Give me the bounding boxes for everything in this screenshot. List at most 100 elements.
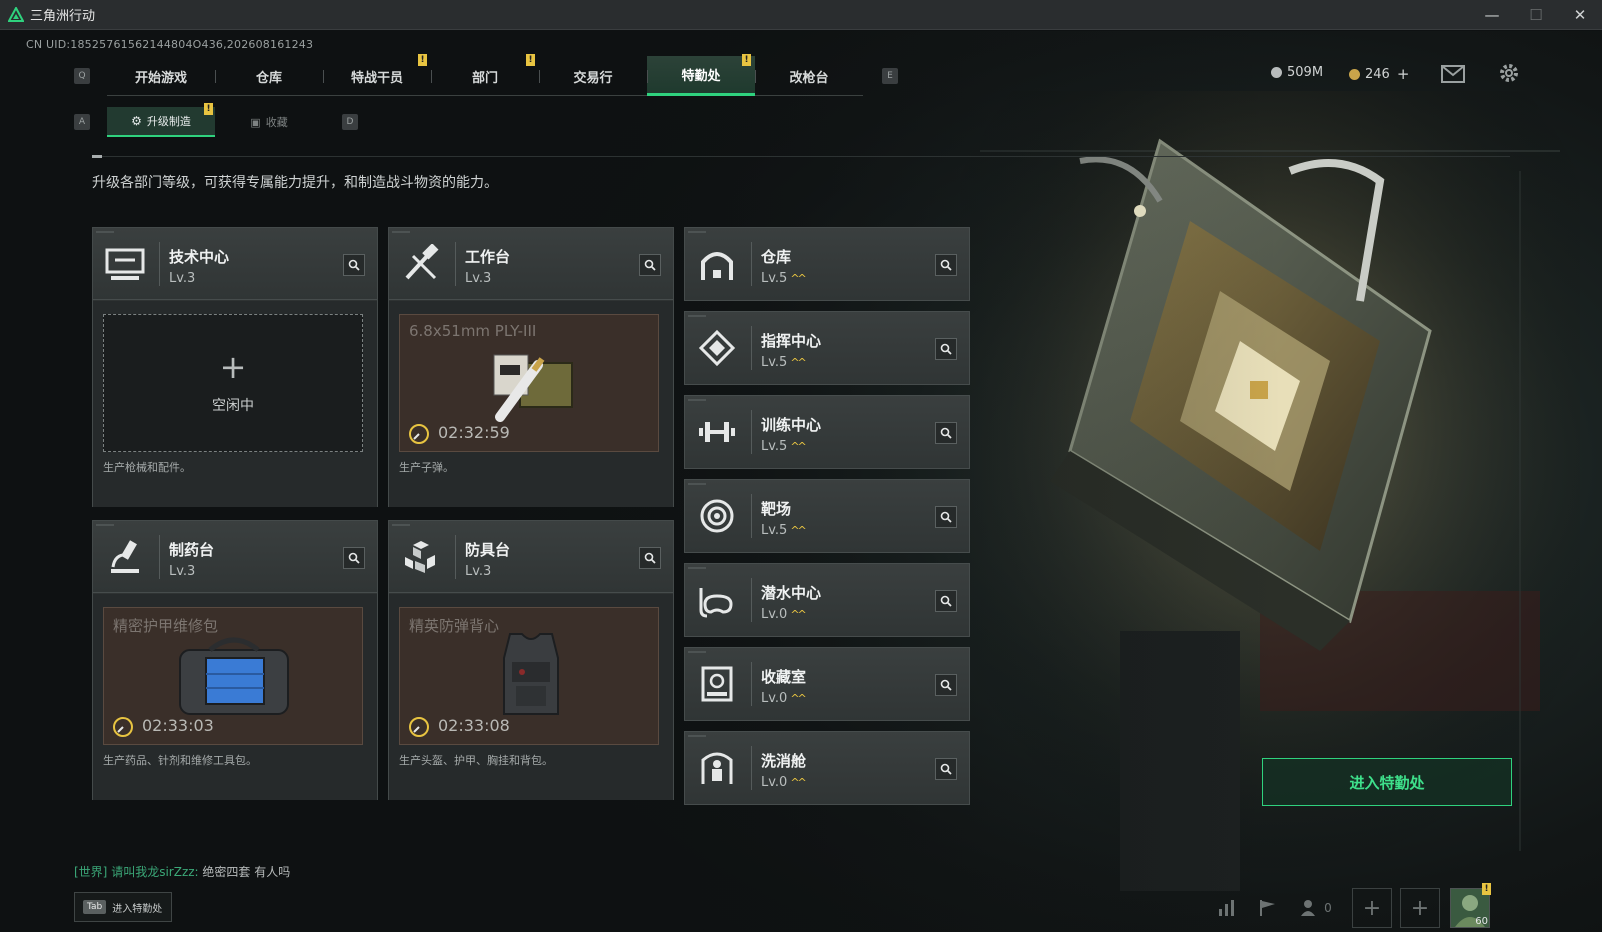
armor-vest-image bbox=[503, 633, 559, 715]
workstation-card-workbench[interactable]: 工作台 Lv.3 6.8x51mm PLY-III 02:32:59 生产子弹。 bbox=[388, 227, 674, 507]
corner-mark bbox=[392, 231, 410, 233]
facility-name: 指挥中心 bbox=[761, 332, 822, 350]
corner-mark bbox=[688, 231, 706, 233]
mail-icon[interactable] bbox=[1441, 65, 1465, 83]
header-separator bbox=[159, 535, 160, 579]
settings-gear-icon[interactable] bbox=[1498, 62, 1520, 84]
inspect-button[interactable] bbox=[639, 254, 661, 276]
stats-chart-icon[interactable] bbox=[1208, 890, 1248, 926]
tab-badge: ! bbox=[418, 54, 427, 66]
tab-special-ops[interactable]: 特勤处! bbox=[647, 54, 755, 96]
flag-icon[interactable] bbox=[1248, 890, 1288, 926]
inspect-button[interactable] bbox=[639, 547, 661, 569]
corner-mark bbox=[688, 567, 706, 569]
crafting-timer: 02:32:59 bbox=[438, 423, 510, 442]
card-body: + 空闲中 生产枪械和配件。 bbox=[93, 301, 377, 507]
add-teammate-slot-2[interactable]: + bbox=[1400, 888, 1440, 928]
crafting-slot[interactable]: 6.8x51mm PLY-III 02:32:59 bbox=[399, 314, 659, 452]
tab-shortcut-hint[interactable]: Tab 进入特勤处 bbox=[74, 892, 172, 922]
facility-level: Lv.0 ^^ bbox=[761, 691, 807, 706]
squad-button[interactable]: 0 bbox=[1288, 890, 1344, 926]
subnav-next-key[interactable]: D bbox=[342, 114, 358, 130]
nav-prev-key[interactable]: Q bbox=[74, 68, 90, 84]
workstation-level: Lv.3 bbox=[465, 271, 492, 286]
repair-kit-image bbox=[179, 637, 289, 715]
inspect-button[interactable] bbox=[343, 547, 365, 569]
workstation-description: 生产子弹。 bbox=[399, 461, 454, 474]
workstation-card-armor[interactable]: 防具台 Lv.3 精英防弹背心 02:33:08 生产头盔、护甲、胸挂和背包。 bbox=[388, 520, 674, 800]
inspect-button[interactable] bbox=[343, 254, 365, 276]
close-button[interactable]: ✕ bbox=[1558, 0, 1602, 30]
corner-mark bbox=[392, 524, 410, 526]
inspect-button[interactable] bbox=[935, 506, 957, 528]
player-avatar[interactable]: 60 ! bbox=[1450, 883, 1491, 928]
tab-trading[interactable]: 交易行 bbox=[539, 56, 647, 96]
facility-level: Lv.5 ^^ bbox=[761, 271, 807, 286]
magnifier-icon bbox=[348, 259, 360, 271]
nav-next-key[interactable]: E bbox=[882, 68, 898, 84]
header-separator bbox=[751, 326, 752, 370]
workstation-description: 生产头盔、护甲、胸挂和背包。 bbox=[399, 754, 553, 767]
card-header: 技术中心 Lv.3 bbox=[93, 228, 377, 300]
upgrade-arrow-icon: ^^ bbox=[790, 608, 807, 621]
facility-card-dive-center[interactable]: 潜水中心 Lv.0 ^^ bbox=[684, 563, 970, 637]
inspect-button[interactable] bbox=[935, 590, 957, 612]
sub-navigation: ⚙ 升级制造 ! ▣ 收藏 bbox=[107, 103, 323, 137]
magnifier-icon bbox=[348, 552, 360, 564]
subtab-upgrade-craft[interactable]: ⚙ 升级制造 ! bbox=[107, 103, 215, 137]
subtab-collection[interactable]: ▣ 收藏 bbox=[215, 107, 323, 137]
add-teammate-slot-1[interactable]: + bbox=[1352, 888, 1392, 928]
inspect-button[interactable] bbox=[935, 758, 957, 780]
tab-start-game[interactable]: 开始游戏 bbox=[107, 56, 215, 96]
tab-department[interactable]: 部门! bbox=[431, 54, 539, 96]
squad-count: 0 bbox=[1324, 901, 1332, 915]
crafting-slot[interactable]: 精英防弹背心 02:33:08 bbox=[399, 607, 659, 745]
workstation-name: 技术中心 bbox=[169, 248, 230, 266]
facility-card-training-center[interactable]: 训练中心 Lv.5 ^^ bbox=[684, 395, 970, 469]
tools-icon bbox=[405, 244, 439, 280]
header-separator bbox=[159, 242, 160, 286]
magnifier-icon bbox=[940, 763, 952, 775]
inspect-button[interactable] bbox=[935, 254, 957, 276]
workstation-card-pharmacy[interactable]: 制药台 Lv.3 精密护甲维修包 02:33:03 生产药品、针剂和维修工具包。 bbox=[92, 520, 378, 800]
inspect-button[interactable] bbox=[935, 674, 957, 696]
tab-operators[interactable]: 特战干员! bbox=[323, 54, 431, 96]
inspect-button[interactable] bbox=[935, 338, 957, 360]
add-gold-button[interactable]: + bbox=[1397, 65, 1410, 83]
crafting-slot[interactable]: 精密护甲维修包 02:33:03 bbox=[103, 607, 363, 745]
minimize-button[interactable]: — bbox=[1470, 0, 1514, 30]
inspect-button[interactable] bbox=[935, 422, 957, 444]
computer-icon bbox=[105, 248, 145, 280]
tab-hint-label: 进入特勤处 bbox=[112, 903, 163, 915]
workstation-name: 防具台 bbox=[465, 541, 511, 559]
facility-card-collection-room[interactable]: 收藏室 Lv.0 ^^ bbox=[684, 647, 970, 721]
subnav-prev-key[interactable]: A bbox=[74, 114, 90, 130]
decon-icon bbox=[701, 752, 733, 784]
timer-icon bbox=[409, 424, 429, 444]
facility-card-decon-chamber[interactable]: 洗消舱 Lv.0 ^^ bbox=[684, 731, 970, 805]
top-navigation: 开始游戏 仓库 特战干员! 部门! 交易行 特勤处! 改枪台 bbox=[107, 54, 863, 96]
upgrade-arrow-icon: ^^ bbox=[790, 272, 807, 285]
facility-card-warehouse[interactable]: 仓库 Lv.5 ^^ bbox=[684, 227, 970, 301]
chat-sender[interactable]: 请叫我龙sirZzz: bbox=[111, 865, 198, 879]
gold-coin-icon bbox=[1349, 68, 1360, 80]
maximize-button[interactable]: ☐ bbox=[1514, 0, 1558, 30]
facility-card-command-center[interactable]: 指挥中心 Lv.5 ^^ bbox=[684, 311, 970, 385]
idle-status: 空闲中 bbox=[212, 398, 254, 414]
card-header: 防具台 Lv.3 bbox=[389, 521, 673, 593]
tab-gunsmith[interactable]: 改枪台 bbox=[755, 56, 863, 96]
upgrade-arrow-icon: ^^ bbox=[790, 440, 807, 453]
gold-currency[interactable]: 246 + bbox=[1349, 65, 1409, 83]
workstation-card-tech-center[interactable]: 技术中心 Lv.3 + 空闲中 生产枪械和配件。 bbox=[92, 227, 378, 507]
facility-name: 洗消舱 bbox=[761, 752, 807, 770]
avatar-badge: ! bbox=[1482, 883, 1491, 895]
add-craft-plus-icon: + bbox=[219, 348, 247, 386]
chat-message: [世界] 请叫我龙sirZzz: 绝密四套 有人吗 bbox=[74, 863, 290, 880]
header-separator bbox=[751, 746, 752, 790]
enter-special-ops-button[interactable]: 进入特勤处 bbox=[1262, 758, 1512, 806]
tab-warehouse[interactable]: 仓库 bbox=[215, 56, 323, 96]
idle-slot[interactable]: + 空闲中 bbox=[103, 314, 363, 452]
facility-card-shooting-range[interactable]: 靶场 Lv.5 ^^ bbox=[684, 479, 970, 553]
header-separator bbox=[455, 535, 456, 579]
title-bar: 三角洲行动 — ☐ ✕ bbox=[0, 0, 1602, 30]
